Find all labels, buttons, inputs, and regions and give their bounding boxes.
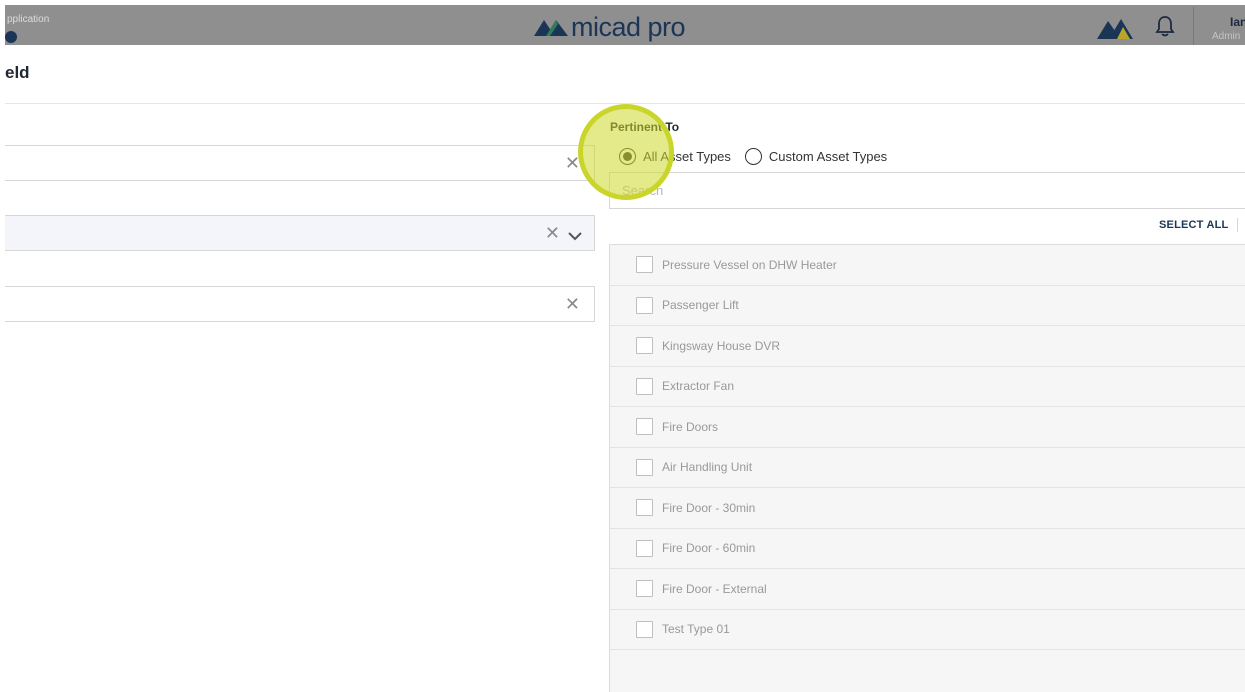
list-item-label: Fire Door - External bbox=[662, 581, 767, 596]
radio-label-custom[interactable]: Custom Asset Types bbox=[769, 149, 887, 164]
close-icon[interactable]: ✕ bbox=[565, 295, 580, 313]
list-item[interactable]: Extractor Fan bbox=[610, 367, 1245, 407]
checkbox[interactable] bbox=[636, 296, 653, 314]
page-title: eld bbox=[5, 63, 30, 82]
list-item-label: Kingsway House DVR bbox=[662, 338, 781, 353]
radio-custom-asset-types[interactable] bbox=[744, 147, 762, 165]
select-all-button[interactable]: SELECT ALL bbox=[1159, 219, 1228, 231]
list-item-label: Test Type 01 bbox=[662, 622, 730, 637]
checkbox[interactable] bbox=[636, 539, 653, 557]
checkbox[interactable] bbox=[636, 418, 653, 436]
list-item[interactable]: Pressure Vessel on DHW Heater bbox=[610, 245, 1245, 286]
checkbox[interactable] bbox=[636, 580, 653, 598]
checkbox[interactable] bbox=[636, 337, 653, 355]
user-role: Admin bbox=[1212, 31, 1241, 42]
list-item-label: Pressure Vessel on DHW Heater bbox=[662, 257, 837, 272]
type-select[interactable]: ✕ bbox=[5, 215, 595, 251]
checkbox[interactable] bbox=[636, 256, 653, 274]
list-item[interactable]: Passenger Lift bbox=[610, 286, 1245, 326]
search-input[interactable]: Search bbox=[609, 172, 1245, 209]
click-highlight bbox=[578, 104, 674, 200]
checkbox[interactable] bbox=[636, 499, 653, 517]
list-item-label: Fire Doors bbox=[662, 419, 719, 434]
list-item-label: Air Handling Unit bbox=[662, 460, 753, 475]
list-item[interactable]: Air Handling Unit bbox=[610, 448, 1245, 488]
value-field[interactable]: ✕ bbox=[5, 286, 595, 322]
notification-bell-icon[interactable] bbox=[1155, 15, 1175, 42]
select-all-divider bbox=[1237, 218, 1238, 232]
micad-mountain-icon bbox=[534, 20, 568, 36]
checkbox[interactable] bbox=[636, 620, 653, 638]
app-label: pplication bbox=[7, 14, 50, 25]
user-name[interactable]: Ian bbox=[1230, 15, 1245, 29]
chevron-down-icon[interactable] bbox=[568, 228, 582, 246]
checkbox[interactable] bbox=[636, 377, 653, 395]
list-item-label: Extractor Fan bbox=[662, 379, 735, 394]
list-item-label: Passenger Lift bbox=[662, 298, 739, 313]
list-item[interactable]: Kingsway House DVR bbox=[610, 326, 1245, 367]
list-item[interactable]: Fire Door - External bbox=[610, 569, 1245, 610]
logo-text: micad pro bbox=[571, 11, 686, 42]
list-item[interactable]: Fire Doors bbox=[610, 407, 1245, 448]
list-item-label: Fire Door - 30min bbox=[662, 500, 756, 515]
name-field[interactable]: ✕ bbox=[5, 145, 595, 181]
close-icon[interactable]: ✕ bbox=[545, 224, 560, 242]
header-divider bbox=[1193, 7, 1194, 45]
list-item[interactable]: Fire Door - 30min bbox=[610, 488, 1245, 529]
list-item[interactable]: Fire Door - 60min bbox=[610, 529, 1245, 569]
list-item-label: Fire Door - 60min bbox=[662, 541, 756, 556]
app-switch-icon[interactable] bbox=[5, 31, 17, 43]
company-logo-icon[interactable] bbox=[1097, 17, 1133, 44]
asset-type-list: Pressure Vessel on DHW Heater Passenger … bbox=[609, 244, 1245, 692]
checkbox[interactable] bbox=[636, 458, 653, 476]
app-header: pplication micad pro Ian Admin bbox=[5, 5, 1245, 45]
micad-logo[interactable]: micad pro bbox=[534, 11, 686, 43]
list-item[interactable]: Test Type 01 bbox=[610, 610, 1245, 650]
